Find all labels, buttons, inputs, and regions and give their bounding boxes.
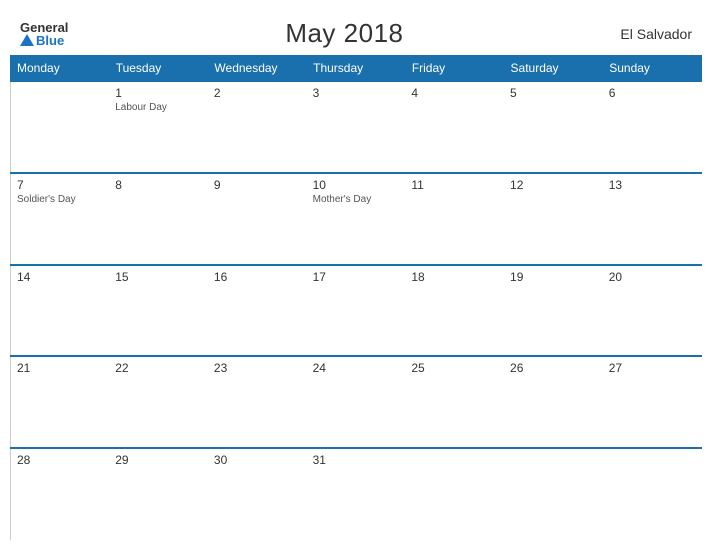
weekday-header-saturday: Saturday xyxy=(504,56,603,82)
calendar-cell: 28 xyxy=(11,448,110,540)
calendar-week-row: 7 Soldier's Day 89 10 Mother's Day 11 12 13 xyxy=(11,173,702,265)
calendar-cell: 2 xyxy=(208,81,307,173)
day-number: 12 xyxy=(510,178,597,192)
weekday-header-wednesday: Wednesday xyxy=(208,56,307,82)
day-number: 30 xyxy=(214,453,301,467)
weekday-header-sunday: Sunday xyxy=(603,56,702,82)
calendar-cell xyxy=(11,81,110,173)
day-number: 14 xyxy=(17,270,103,284)
day-number: 18 xyxy=(411,270,498,284)
calendar-cell: 29 xyxy=(109,448,208,540)
calendar-cell: 21 xyxy=(11,356,110,448)
day-number: 6 xyxy=(609,86,696,100)
calendar-cell: 5 xyxy=(504,81,603,173)
calendar-cell: 17 xyxy=(307,265,406,357)
calendar-cell xyxy=(603,448,702,540)
calendar-cell: 16 xyxy=(208,265,307,357)
day-number: 22 xyxy=(115,361,202,375)
calendar-cell: 13 xyxy=(603,173,702,265)
calendar-cell: 7 Soldier's Day xyxy=(11,173,110,265)
day-number: 11 xyxy=(411,178,498,192)
weekday-header-monday: Monday xyxy=(11,56,110,82)
weekday-header-friday: Friday xyxy=(405,56,504,82)
day-number: 17 xyxy=(313,270,400,284)
logo-blue-text: Blue xyxy=(20,34,68,47)
logo: General Blue xyxy=(20,21,68,47)
day-number: 20 xyxy=(609,270,696,284)
holiday-label: Labour Day xyxy=(115,102,202,113)
weekday-header-row: MondayTuesdayWednesdayThursdayFridaySatu… xyxy=(11,56,702,82)
day-number: 13 xyxy=(609,178,696,192)
calendar-cell: 27 xyxy=(603,356,702,448)
day-number: 24 xyxy=(313,361,400,375)
calendar-cell: 30 xyxy=(208,448,307,540)
calendar-cell: 31 xyxy=(307,448,406,540)
day-number: 2 xyxy=(214,86,301,100)
day-number: 19 xyxy=(510,270,597,284)
calendar-cell: 25 xyxy=(405,356,504,448)
calendar-week-row: 21 22 23 24 25 26 27 xyxy=(11,356,702,448)
calendar-cell: 11 xyxy=(405,173,504,265)
calendar-cell: 4 xyxy=(405,81,504,173)
day-number: 3 xyxy=(313,86,400,100)
calendar-table: MondayTuesdayWednesdayThursdayFridaySatu… xyxy=(10,55,702,540)
calendar-cell: 10 Mother's Day xyxy=(307,173,406,265)
calendar-cell: 24 xyxy=(307,356,406,448)
day-number: 16 xyxy=(214,270,301,284)
calendar-cell: 9 xyxy=(208,173,307,265)
calendar-cell: 23 xyxy=(208,356,307,448)
holiday-label: Soldier's Day xyxy=(17,194,103,205)
day-number: 5 xyxy=(510,86,597,100)
calendar-header: General Blue May 2018 El Salvador xyxy=(10,10,702,55)
calendar-title: May 2018 xyxy=(285,18,403,49)
weekday-header-thursday: Thursday xyxy=(307,56,406,82)
calendar-cell: 14 xyxy=(11,265,110,357)
calendar-cell: 15 xyxy=(109,265,208,357)
day-number: 23 xyxy=(214,361,301,375)
day-number: 10 xyxy=(313,178,400,192)
calendar-cell: 6 xyxy=(603,81,702,173)
calendar-cell xyxy=(405,448,504,540)
day-number: 7 xyxy=(17,178,103,192)
calendar-cell: 22 xyxy=(109,356,208,448)
day-number: 27 xyxy=(609,361,696,375)
calendar-cell: 19 xyxy=(504,265,603,357)
calendar-cell: 1 Labour Day xyxy=(109,81,208,173)
calendar-week-row: 1 Labour Day 23456 xyxy=(11,81,702,173)
weekday-header-tuesday: Tuesday xyxy=(109,56,208,82)
day-number: 4 xyxy=(411,86,498,100)
day-number: 8 xyxy=(115,178,202,192)
country-label: El Salvador xyxy=(620,26,692,42)
day-number: 31 xyxy=(313,453,400,467)
day-number: 15 xyxy=(115,270,202,284)
calendar-week-row: 28 29 30 31 xyxy=(11,448,702,540)
day-number: 21 xyxy=(17,361,103,375)
calendar-cell: 26 xyxy=(504,356,603,448)
holiday-label: Mother's Day xyxy=(313,194,400,205)
calendar-cell: 20 xyxy=(603,265,702,357)
day-number: 9 xyxy=(214,178,301,192)
day-number: 26 xyxy=(510,361,597,375)
day-number: 1 xyxy=(115,86,202,100)
calendar-cell xyxy=(504,448,603,540)
calendar-cell: 18 xyxy=(405,265,504,357)
calendar-week-row: 14 15 16 17 18 19 20 xyxy=(11,265,702,357)
logo-triangle-icon xyxy=(20,34,34,46)
calendar-cell: 3 xyxy=(307,81,406,173)
day-number: 28 xyxy=(17,453,103,467)
calendar-cell: 8 xyxy=(109,173,208,265)
calendar-cell: 12 xyxy=(504,173,603,265)
logo-general-text: General xyxy=(20,21,68,34)
day-number: 29 xyxy=(115,453,202,467)
day-number: 25 xyxy=(411,361,498,375)
